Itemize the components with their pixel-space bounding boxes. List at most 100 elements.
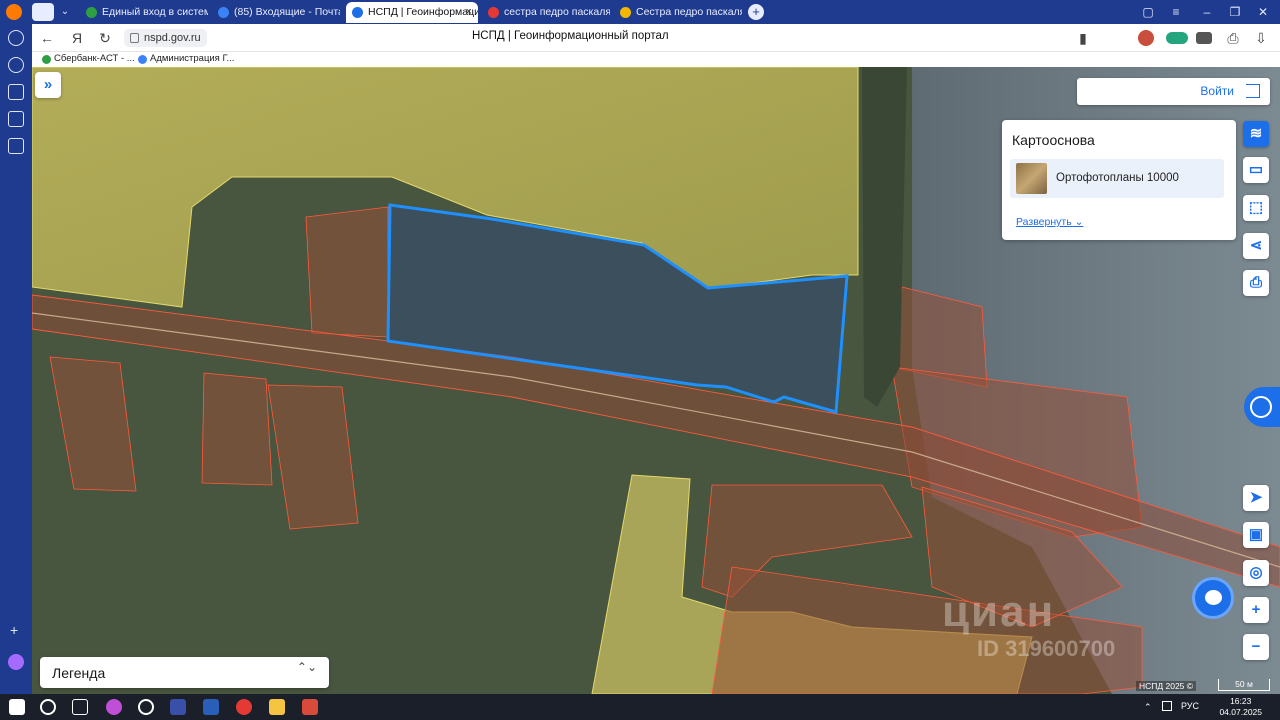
search-icon[interactable] [40, 699, 56, 715]
legend-label: Легенда [52, 665, 106, 681]
windows-start-icon[interactable] [9, 699, 25, 715]
tab-favicon-icon [86, 7, 97, 18]
bookmark-sberbank[interactable]: Сбербанк-АСТ - ... [42, 53, 135, 64]
tab-favicon-icon [488, 7, 499, 18]
tree-line [862, 67, 907, 407]
watermark-text: циан [942, 587, 1056, 636]
bookmark-label: Администрация Г... [150, 53, 235, 64]
restore-icon[interactable]: ❐ [1227, 4, 1243, 20]
extension-icon[interactable] [1196, 32, 1212, 44]
downloads-icon[interactable]: ⇩ [1252, 29, 1270, 47]
clock-time: 16:23 [1230, 696, 1252, 706]
url-field[interactable]: nspd.gov.ru [124, 29, 207, 47]
tab-label: (85) Входящие - Почта М [234, 6, 340, 18]
collections-icon[interactable]: ▢ [1140, 4, 1156, 20]
tab-favicon-icon [218, 7, 229, 18]
basemap-option-label: Ортофотопланы 10000 [1056, 172, 1179, 184]
tab-list-chevron-icon[interactable]: ⌄ [58, 4, 72, 20]
cadastral-lot [201, 372, 273, 486]
chat-icon [1205, 590, 1222, 605]
locate-arrow-icon[interactable]: ➤ [1243, 485, 1269, 511]
yandex-home-icon[interactable]: Я [68, 29, 86, 47]
address-bar: ← Я ↻ nspd.gov.ru НСПД | Геоинформационн… [32, 24, 1280, 52]
file-explorer-icon[interactable] [269, 699, 285, 715]
zoom-in-button[interactable]: + [1243, 597, 1269, 623]
menu-icon[interactable]: ≡ [1168, 4, 1184, 20]
bookmark-administration[interactable]: Администрация Г... [138, 53, 234, 64]
play-icon[interactable] [8, 57, 24, 73]
tab-search[interactable]: сестра педро паскаля — [482, 2, 610, 23]
select-area-icon[interactable]: ⬚ [1243, 195, 1269, 221]
bookmark-icon[interactable]: ▮ [1074, 29, 1092, 47]
extension-icon[interactable] [1138, 30, 1154, 46]
url-text: nspd.gov.ru [144, 32, 201, 44]
task-view-icon[interactable] [72, 699, 88, 715]
chat-button[interactable] [1192, 577, 1234, 619]
layers-icon[interactable]: ≋ [1243, 121, 1269, 147]
login-icon [1246, 84, 1260, 98]
tab-label: сестра педро паскаля — [504, 6, 610, 18]
app-icon[interactable] [106, 699, 122, 715]
reading-list-icon[interactable]: ⎙ [1224, 29, 1242, 47]
map-copyright: НСПД 2025 © [1136, 681, 1197, 691]
word-icon[interactable] [203, 699, 219, 715]
browser-tab-strip: ⌄ Единый вход в системы (85) Входящие - … [0, 0, 1280, 24]
tab-nspd[interactable]: НСПД | Геоинформаци × [346, 2, 478, 23]
minimap-icon[interactable]: ▣ [1243, 522, 1269, 548]
system-tray-icon[interactable]: ⌃ [1144, 702, 1154, 712]
tab-label: Единый вход в системы [102, 6, 208, 18]
zoom-out-button[interactable]: − [1243, 634, 1269, 660]
legend-dropdown[interactable]: Легенда ⌃⌄ [40, 657, 329, 688]
add-panel-icon[interactable]: + [10, 622, 18, 638]
windows-taskbar: ⌃ РУС 16:23 04.07.2025 [0, 694, 1280, 720]
app-icon[interactable] [138, 699, 154, 715]
camera-icon[interactable] [8, 111, 24, 127]
expand-sidebar-button[interactable]: » [35, 72, 61, 98]
network-icon[interactable] [1162, 701, 1172, 711]
history-icon[interactable] [8, 30, 24, 46]
feedback-button[interactable] [1244, 387, 1280, 427]
bookmarks-bar: Сбербанк-АСТ - ... Администрация Г... [32, 52, 1280, 67]
ruler-icon[interactable]: ▭ [1243, 157, 1269, 183]
new-tab-button[interactable]: + [748, 4, 764, 20]
basemap-panel: Картооснова Ортофотопланы 10000 Разверну… [1002, 120, 1236, 240]
tab-esia[interactable]: Единый вход в системы [80, 2, 208, 23]
app-icon[interactable] [302, 699, 318, 715]
clock-date: 04.07.2025 [1219, 707, 1262, 717]
basemap-option-orthophoto[interactable]: Ортофотопланы 10000 [1010, 159, 1224, 198]
print-icon[interactable]: ⎙ [1243, 270, 1269, 296]
extension-icon[interactable] [1166, 32, 1188, 44]
tab-label: НСПД | Геоинформаци [368, 6, 478, 18]
back-icon[interactable]: ← [38, 29, 56, 47]
tab-group-button[interactable] [32, 3, 54, 21]
browser-logo-icon[interactable] [6, 4, 22, 20]
language-indicator[interactable]: РУС [1181, 701, 1199, 711]
scale-bar: 50 м [1218, 679, 1270, 691]
tab-article[interactable]: Сестра педро паскаля: сь [614, 2, 742, 23]
minimize-icon[interactable]: – [1199, 4, 1215, 20]
expand-basemap-link[interactable]: Развернуть ⌄ [1016, 216, 1083, 228]
alice-icon[interactable] [8, 654, 24, 670]
yandex-browser-icon[interactable] [170, 699, 186, 715]
shield-icon[interactable] [8, 84, 24, 100]
basemap-title: Картооснова [1012, 132, 1095, 148]
reload-icon[interactable]: ↻ [96, 29, 114, 47]
clock[interactable]: 16:23 04.07.2025 [1219, 696, 1262, 718]
close-window-icon[interactable]: ✕ [1255, 4, 1271, 20]
browser-sidebar: + [0, 24, 32, 694]
bookmark-label: Сбербанк-АСТ - ... [54, 53, 135, 64]
lock-icon [130, 33, 139, 43]
page-title: НСПД | Геоинформационный портал [472, 30, 669, 42]
watermark-id: ID 319600700 [977, 636, 1116, 661]
yandex-icon[interactable] [236, 699, 252, 715]
tab-close-icon[interactable]: × [466, 2, 472, 23]
map-canvas[interactable]: » Войти Картооснова Ортофотопланы 10000 … [32, 67, 1280, 694]
tab-mail[interactable]: (85) Входящие - Почта М [212, 2, 340, 23]
login-button[interactable]: Войти [1077, 78, 1270, 105]
share-icon[interactable]: ⋖ [1243, 233, 1269, 259]
feedback-icon [1250, 396, 1272, 418]
cadastral-lot [305, 206, 389, 338]
geolocation-icon[interactable]: ◎ [1243, 560, 1269, 586]
tab-label: Сестра педро паскаля: сь [636, 6, 742, 18]
notes-icon[interactable] [8, 138, 24, 154]
